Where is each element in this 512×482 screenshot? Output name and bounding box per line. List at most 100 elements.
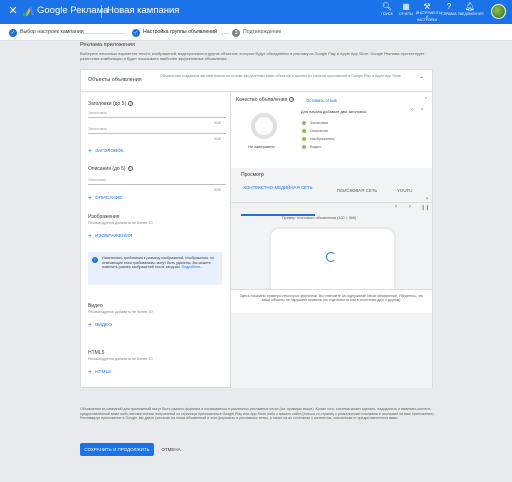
stepper: ✓ Выбор настроек кампании ✓ Настройка гр…	[0, 24, 512, 41]
card-title: Объекты объявления	[88, 77, 142, 83]
learn-more-link[interactable]: Подробнее...	[182, 265, 204, 269]
tab-search-network[interactable]: ПОИСКОВАЯ СЕТЬ	[327, 188, 387, 194]
chevron-right-icon[interactable]: ›	[426, 196, 428, 202]
checklist-label: Описания	[310, 128, 328, 133]
plus-icon: +	[88, 233, 93, 240]
brand-name: Google Реклама	[37, 5, 109, 16]
ad-strength-status: Не завершено	[248, 144, 275, 149]
notifications-button[interactable]: 🔔︎ УВЕДОМЛЕНИЯ	[458, 2, 484, 16]
phone-preview	[269, 227, 396, 289]
description-input-1[interactable]: Описание	[88, 176, 226, 185]
chevron-right-icon[interactable]: ›	[409, 204, 411, 210]
preview-note: Здесь показаны примеры некоторых формато…	[231, 289, 432, 313]
step-number: 3	[232, 28, 240, 37]
headlines-label: Заголовки (до 5)?	[88, 101, 134, 107]
ad-strength-title: Качество объявления?	[236, 97, 295, 103]
step-label: Настройка группы объявлений	[143, 29, 218, 35]
headline-input-2[interactable]: Заголовок	[88, 125, 226, 134]
preview-tabs: КОНТЕКСТНО-МЕДИЙНАЯ СЕТЬ ПОИСКОВАЯ СЕТЬ …	[231, 181, 432, 216]
card-header[interactable]: Объекты объявления Объявления создаются …	[81, 70, 432, 92]
step-connector	[80, 32, 126, 34]
plus-icon: +	[88, 195, 93, 202]
headline-input-1[interactable]: Заголовок	[88, 109, 226, 118]
footer-note: Объявления из кампаний для приложений мо…	[80, 407, 435, 421]
ad-assets-card: Объекты объявления Объявления создаются …	[80, 69, 433, 388]
descriptions-label: Описания (до 5)?	[88, 166, 133, 172]
card-description: Объявления создаются автоматически на ос…	[160, 74, 401, 78]
help-icon[interactable]: ?	[128, 101, 134, 107]
images-recommendation: Рекомендуется добавить не более 20	[88, 221, 153, 225]
video-label: Видео	[88, 303, 103, 309]
notifications-label: УВЕДОМЛЕНИЯ	[458, 12, 484, 16]
feedback-link[interactable]: Оставить отзыв	[306, 98, 337, 103]
help-button[interactable]: ? СПРАВКА	[440, 2, 458, 16]
preview-title: Просмотр	[241, 172, 264, 178]
campaign-title: Новая кампания	[107, 5, 180, 16]
add-html5-button[interactable]: + HTML5	[88, 369, 111, 376]
headlines-label-text: Заголовки (до 5)	[88, 101, 127, 107]
close-icon[interactable]: ✕	[6, 4, 20, 18]
search-label: ПОИСК	[381, 12, 393, 16]
add-html5-label: HTML5	[95, 370, 111, 375]
step-label: Выбор настроек кампании	[20, 29, 84, 35]
preview-caption: Пример текстового объявления (320 × 568)	[282, 216, 357, 220]
plus-icon: +	[88, 322, 93, 329]
plus-icon: +	[88, 148, 93, 155]
section-title: Реклама приложения	[80, 42, 135, 48]
cancel-button[interactable]: ОТМЕНА	[158, 443, 184, 456]
top-app-bar: ✕ Google Реклама Новая кампания 🔍︎ ПОИСК…	[0, 0, 512, 24]
add-video-label: ВИДЕО	[95, 323, 112, 328]
save-and-continue-button[interactable]: СОХРАНИТЬ И ПРОДОЛЖИТЬ	[80, 443, 154, 456]
pause-icon[interactable]: ❙❙	[421, 205, 429, 211]
check-icon: ✓	[132, 28, 140, 37]
search-icon: 🔍︎	[381, 2, 393, 11]
ad-strength-ring	[251, 113, 277, 139]
section-description: Выберите несколько вариантов текста, изо…	[80, 51, 425, 61]
status-dot	[302, 136, 306, 141]
video-recommendation: Рекомендуется добавить не более 20	[88, 310, 153, 314]
descriptions-label-text: Описания (до 5)	[88, 166, 126, 172]
headline-counter-2: 0/30	[214, 137, 221, 141]
checklist-item: Видео	[302, 144, 321, 149]
step-connector	[221, 32, 229, 34]
reports-icon: ▦	[402, 2, 410, 11]
checklist-item: Описания	[302, 128, 328, 133]
checklist-item: Заголовки	[302, 120, 328, 125]
add-description-button[interactable]: + ОПИСАНИЕ	[88, 195, 122, 202]
divider	[101, 5, 102, 18]
add-video-button[interactable]: + ВИДЕО	[88, 322, 112, 329]
chevron-up-icon[interactable]: ⌃	[424, 97, 428, 103]
tab-youtube[interactable]: YOUTU	[397, 188, 423, 194]
tab-display-network[interactable]: КОНТЕКСТНО-МЕДИЙНАЯ СЕТЬ	[241, 185, 315, 191]
chevron-right-icon[interactable]: ›	[421, 107, 423, 113]
add-images-label: ИЗОБРАЖЕНИЯ	[95, 234, 133, 239]
ad-strength-title-text: Качество объявления	[236, 97, 288, 103]
step-label: Подтверждение	[243, 29, 282, 35]
reports-label: ОТЧЕТЫ	[399, 12, 413, 16]
preview-panel: Просмотр КОНТЕКСТНО-МЕДИЙНАЯ СЕТЬ ПОИСКО…	[231, 168, 432, 388]
help-icon[interactable]: ?	[127, 166, 133, 172]
ad-strength-hint: Для начала добавьте два заголовка.	[301, 109, 368, 114]
chevron-left-icon[interactable]: ‹	[411, 107, 413, 113]
add-images-button[interactable]: + ИЗОБРАЖЕНИЯ	[88, 233, 132, 240]
html5-recommendation: Рекомендуется добавить не более 20	[88, 357, 153, 361]
add-description-label: ОПИСАНИЕ	[95, 196, 123, 201]
description-counter-1: 0/90	[214, 188, 221, 192]
images-label: Изображения	[88, 214, 120, 220]
status-dot	[302, 128, 306, 133]
help-icon[interactable]: ?	[289, 97, 295, 103]
image-requirements-notice: i Изменились требования к размеру изобра…	[88, 252, 222, 285]
chevron-left-icon[interactable]: ‹	[395, 204, 397, 210]
tools-button[interactable]: ⚒ ИНСТРУМЕНТЫ И НАСТРОЙКИ	[416, 2, 442, 23]
notice-text: Изменились требования к размеру изображе…	[102, 256, 220, 270]
help-icon: ?	[446, 2, 452, 11]
search-button[interactable]: 🔍︎ ПОИСК	[378, 2, 396, 16]
checklist-item: Изображения	[302, 136, 334, 141]
bell-icon: 🔔︎	[464, 2, 476, 11]
add-headline-button[interactable]: + ЗАГОЛОВОК	[88, 148, 124, 155]
status-dot	[302, 144, 306, 149]
checklist-label: Видео	[310, 144, 322, 149]
chevron-up-icon[interactable]: ⌃	[419, 76, 424, 83]
avatar[interactable]	[491, 4, 506, 19]
reports-button[interactable]: ▦ ОТЧЕТЫ	[397, 2, 415, 16]
